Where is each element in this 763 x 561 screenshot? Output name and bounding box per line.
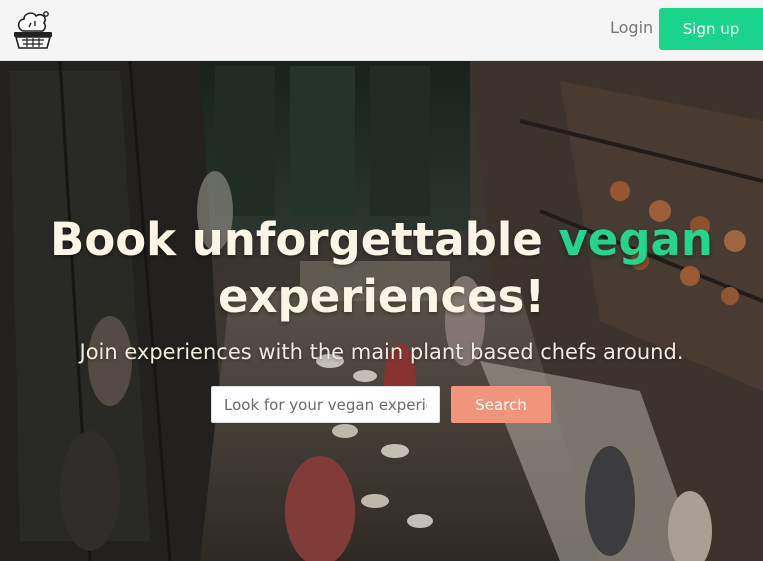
headline-accent-word: vegan bbox=[558, 213, 713, 266]
chef-basket-logo-icon[interactable] bbox=[11, 7, 55, 51]
hero-section: Book unforgettable vegan experiences! Joi… bbox=[0, 61, 763, 561]
headline-text-end: experiences! bbox=[218, 270, 545, 323]
headline-text-start: Book unforgettable bbox=[50, 213, 559, 266]
hero-headline: Book unforgettable vegan experiences! bbox=[0, 211, 763, 325]
top-navbar: Login Sign up bbox=[0, 0, 763, 61]
login-link[interactable]: Login bbox=[610, 18, 653, 38]
search-button[interactable]: Search bbox=[451, 386, 551, 423]
signup-button[interactable]: Sign up bbox=[659, 8, 763, 50]
experience-search-input[interactable] bbox=[211, 386, 440, 423]
hero-subheadline: Join experiences with the main plant bas… bbox=[79, 340, 684, 364]
